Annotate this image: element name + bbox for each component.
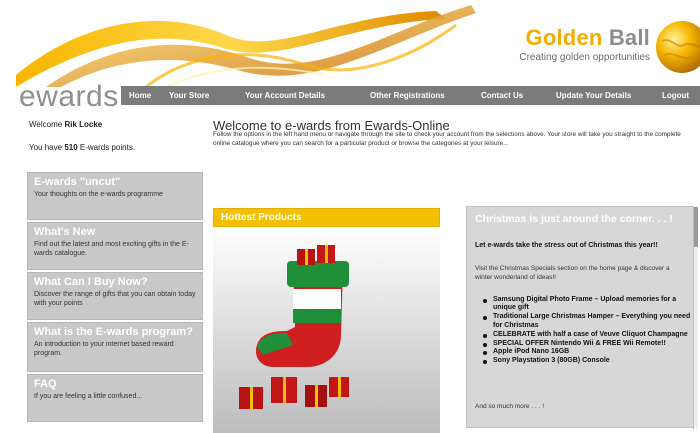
christmas-strapline: Let e-wards take the stress out of Chris… bbox=[475, 242, 658, 249]
brand-name-golden: Golden bbox=[525, 25, 603, 50]
list-item: Apple iPod Nano 16GB bbox=[483, 348, 693, 356]
golden-ball-logo-icon bbox=[656, 21, 700, 73]
sidebar-item-title: What's New bbox=[34, 226, 96, 238]
intro-text: Follow the options in the left hand menu… bbox=[213, 131, 681, 147]
nav-contact-us[interactable]: Contact Us bbox=[481, 91, 523, 100]
christmas-stocking-icon bbox=[239, 245, 349, 409]
list-item: Sony Playstation 3 (80GB) Console bbox=[483, 357, 693, 365]
sidebar-item-desc: Discover the range of gifts that you can… bbox=[34, 291, 196, 307]
sidebar-item-desc: An introduction to your internet based r… bbox=[34, 341, 174, 357]
site-logo[interactable]: ewards bbox=[19, 80, 119, 114]
list-item: Traditional Large Christmas Hamper – Eve… bbox=[483, 313, 693, 330]
nav-home[interactable]: Home bbox=[129, 91, 151, 100]
page: Golden Ball Creating golden opportunitie… bbox=[0, 0, 700, 433]
sidebar-item-whats-new[interactable]: What's New Find out the latest and most … bbox=[27, 222, 203, 270]
nav-update-your-details[interactable]: Update Your Details bbox=[556, 91, 631, 100]
gold-swirl-graphic bbox=[16, 5, 476, 87]
brand-name: Golden Ball bbox=[519, 25, 650, 51]
sidebar-item-desc: Find out the latest and most exciting gi… bbox=[34, 241, 189, 257]
points-value: 510 bbox=[64, 143, 78, 152]
points-suffix: E-wards points. bbox=[79, 143, 136, 152]
hottest-product-image[interactable] bbox=[213, 227, 440, 433]
welcome-prefix: Welcome bbox=[29, 120, 63, 129]
welcome-text: Welcome Rik Locke bbox=[29, 120, 102, 129]
top-nav: Home Your Store Your Account Details Oth… bbox=[121, 86, 700, 105]
points-prefix: You have bbox=[29, 143, 63, 152]
nav-other-registrations[interactable]: Other Registrations bbox=[370, 91, 445, 100]
hottest-products-header: Hottest Products bbox=[213, 208, 440, 227]
header-banner: Golden Ball Creating golden opportunitie… bbox=[16, 5, 700, 87]
scrollbar-thumb[interactable] bbox=[694, 207, 698, 247]
nav-your-account-details[interactable]: Your Account Details bbox=[245, 91, 325, 100]
sidebar-item-title: What Can I Buy Now? bbox=[34, 276, 148, 288]
christmas-title: Christmas is just around the corner. . .… bbox=[475, 213, 673, 225]
list-item: SPECIAL OFFER Nintendo Wii & FREE Wii Re… bbox=[483, 340, 693, 348]
hottest-products-label: Hottest Products bbox=[221, 212, 302, 223]
sidebar-item-ewards-uncut[interactable]: E-wards "uncut" Your thoughts on the e-w… bbox=[27, 172, 203, 220]
sidebar-item-desc: If you are feeling a little confused... bbox=[34, 393, 143, 400]
list-item: CELEBRATE with half a case of Veuve Cliq… bbox=[483, 331, 693, 339]
nav-your-store[interactable]: Your Store bbox=[169, 91, 209, 100]
christmas-more-text: And so much more . . . ! bbox=[475, 403, 544, 410]
christmas-offers-list: Samsung Digital Photo Frame – Upload mem… bbox=[483, 296, 693, 366]
sidebar-item-title: FAQ bbox=[34, 378, 57, 390]
christmas-panel: Christmas is just around the corner. . .… bbox=[466, 206, 698, 429]
brand-tagline: Creating golden opportunities bbox=[519, 52, 650, 63]
user-name: Rik Locke bbox=[64, 120, 103, 129]
brand-name-ball: Ball bbox=[608, 25, 650, 50]
list-item: Samsung Digital Photo Frame – Upload mem… bbox=[483, 296, 693, 313]
sidebar-item-desc: Your thoughts on the e-wards programme bbox=[34, 191, 163, 198]
sidebar-item-faq[interactable]: FAQ If you are feeling a little confused… bbox=[27, 374, 203, 422]
brand-block: Golden Ball Creating golden opportunitie… bbox=[519, 25, 650, 63]
sidebar-item-title: What is the E-wards program? bbox=[34, 326, 193, 338]
christmas-body: Visit the Christmas Specials section on … bbox=[475, 265, 670, 281]
christmas-scrollbar[interactable] bbox=[693, 207, 698, 429]
nav-logout[interactable]: Logout bbox=[662, 91, 689, 100]
sidebar-item-what-can-i-buy[interactable]: What Can I Buy Now? Discover the range o… bbox=[27, 272, 203, 320]
points-text: You have 510 E-wards points. bbox=[29, 143, 135, 152]
sidebar-item-title: E-wards "uncut" bbox=[34, 176, 121, 188]
sidebar-item-what-is-ewards[interactable]: What is the E-wards program? An introduc… bbox=[27, 322, 203, 372]
